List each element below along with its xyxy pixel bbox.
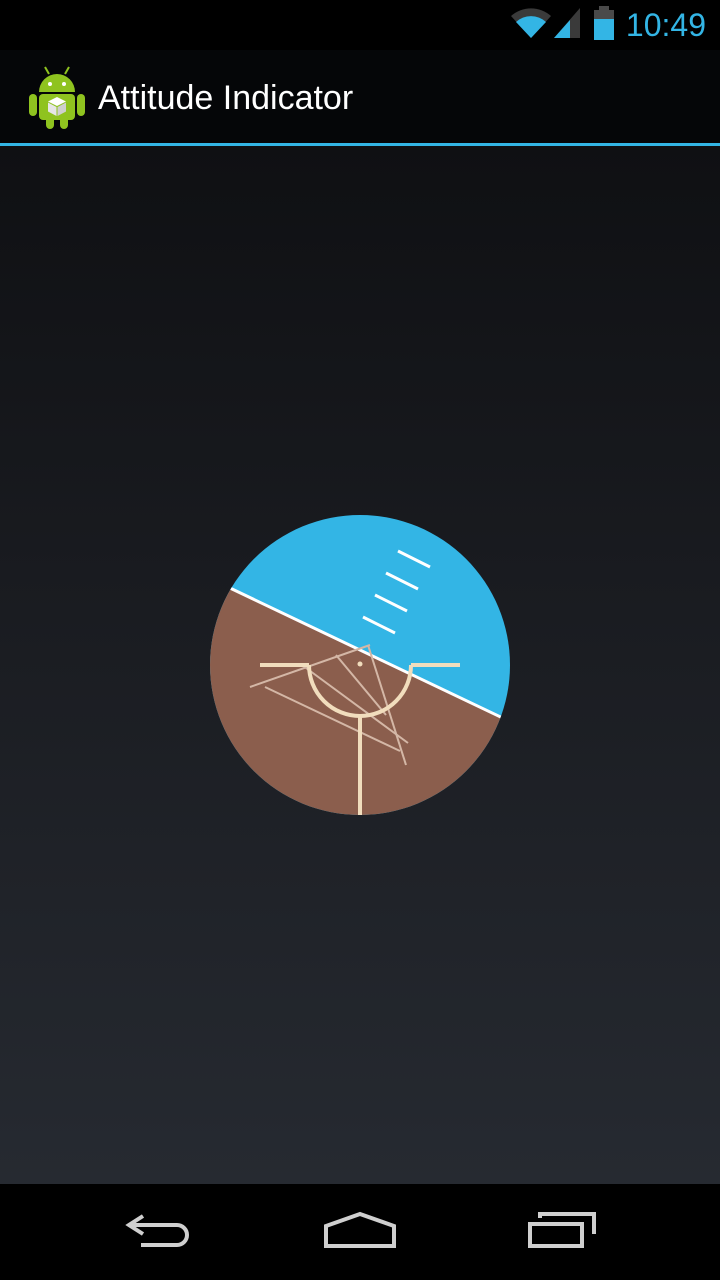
status-bar: 10:49 xyxy=(0,0,720,50)
status-icons: 10:49 xyxy=(510,0,706,50)
back-icon xyxy=(125,1210,195,1255)
status-time: 10:49 xyxy=(625,7,706,43)
battery-icon xyxy=(592,5,616,45)
wifi-icon xyxy=(510,6,552,45)
page-title: Attitude Indicator xyxy=(98,79,354,117)
center-dot xyxy=(357,661,363,667)
action-bar: Attitude Indicator xyxy=(0,50,720,143)
back-button[interactable] xyxy=(100,1202,220,1262)
recent-apps-icon xyxy=(526,1210,598,1255)
content-area xyxy=(0,146,720,1184)
home-icon xyxy=(322,1210,398,1255)
attitude-indicator xyxy=(210,515,510,815)
home-button[interactable] xyxy=(300,1202,420,1262)
android-robot-icon[interactable] xyxy=(26,64,88,130)
navigation-bar xyxy=(0,1184,720,1280)
recent-apps-button[interactable] xyxy=(502,1202,622,1262)
cell-signal-icon xyxy=(552,6,582,45)
screen: 10:49 Attitude Indicator xyxy=(0,0,720,1280)
